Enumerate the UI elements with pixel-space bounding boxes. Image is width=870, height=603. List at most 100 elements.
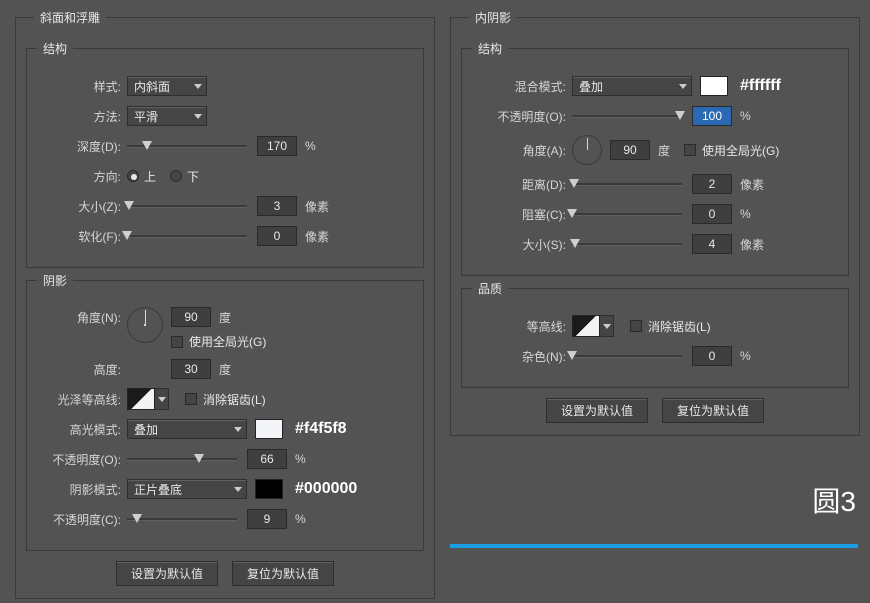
depth-label: 深度(D): — [37, 138, 127, 155]
noise-input[interactable] — [692, 346, 732, 366]
contour-label: 等高线: — [472, 318, 572, 335]
highlight-color-swatch[interactable] — [255, 419, 283, 439]
blend-hex: #ffffff — [740, 77, 781, 95]
shadow-mode-label: 阴影模式: — [37, 481, 127, 498]
global-light-checkbox[interactable]: 使用全局光(G) — [171, 333, 266, 350]
chevron-down-icon — [234, 487, 242, 492]
soften-slider[interactable] — [127, 230, 247, 242]
size-slider[interactable] — [127, 200, 247, 212]
angle-label: 角度(N): — [37, 307, 127, 326]
depth-unit: % — [305, 139, 316, 153]
is-angle-input[interactable] — [610, 140, 650, 160]
altitude-label: 高度: — [37, 361, 127, 378]
bevel-title: 斜面和浮雕 — [34, 9, 106, 26]
is-opacity-slider[interactable] — [572, 110, 682, 122]
inner-shadow-quality: 品质 等高线: 消除锯齿(L) 杂色(N): % — [461, 280, 849, 388]
is-angle-label: 角度(A): — [472, 142, 572, 159]
bevel-set-default-button[interactable]: 设置为默认值 — [116, 561, 218, 586]
is-angle-dial[interactable] — [572, 135, 602, 165]
shadow-color-swatch[interactable] — [255, 479, 283, 499]
inner-shadow-title: 内阴影 — [469, 9, 517, 26]
angle-input[interactable] — [171, 307, 211, 327]
is-opacity-unit: % — [740, 109, 751, 123]
choke-unit: % — [740, 207, 751, 221]
highlight-opacity-input[interactable] — [247, 449, 287, 469]
is-size-unit: 像素 — [740, 236, 764, 253]
blend-mode-label: 混合模式: — [472, 78, 572, 95]
highlight-opacity-unit: % — [295, 452, 306, 466]
soften-label: 软化(F): — [37, 228, 127, 245]
soften-input[interactable] — [257, 226, 297, 246]
is-angle-unit: 度 — [658, 142, 670, 159]
gloss-contour-label: 光泽等高线: — [37, 391, 127, 408]
corner-label: 圆3 — [812, 480, 856, 520]
noise-unit: % — [740, 349, 751, 363]
antialias-checkbox[interactable]: 消除锯齿(L) — [185, 391, 266, 408]
is-size-label: 大小(S): — [472, 236, 572, 253]
shadow-hex: #000000 — [295, 480, 357, 498]
contour-swatch[interactable] — [572, 315, 600, 337]
shadow-opacity-unit: % — [295, 512, 306, 526]
choke-input[interactable] — [692, 204, 732, 224]
bevel-shading-title: 阴影 — [37, 272, 73, 289]
size-label: 大小(Z): — [37, 198, 127, 215]
direction-down-radio[interactable]: 下 — [170, 168, 199, 185]
separator-line — [450, 544, 858, 548]
distance-unit: 像素 — [740, 176, 764, 193]
is-reset-default-button[interactable]: 复位为默认值 — [662, 398, 764, 423]
bevel-structure: 结构 样式: 内斜面 方法: 平滑 深度(D): % — [26, 40, 424, 268]
inner-shadow-structure-title: 结构 — [472, 40, 508, 57]
altitude-input[interactable] — [171, 359, 211, 379]
bevel-structure-title: 结构 — [37, 40, 73, 57]
chevron-down-icon — [158, 397, 166, 402]
method-label: 方法: — [37, 108, 127, 125]
is-size-slider[interactable] — [572, 238, 682, 250]
distance-label: 距离(D): — [472, 176, 572, 193]
shadow-mode-select[interactable]: 正片叠底 — [127, 479, 247, 499]
contour-dropdown[interactable] — [600, 315, 614, 337]
size-input[interactable] — [257, 196, 297, 216]
chevron-down-icon — [603, 324, 611, 329]
is-size-input[interactable] — [692, 234, 732, 254]
noise-slider[interactable] — [572, 350, 682, 362]
soften-unit: 像素 — [305, 228, 329, 245]
shadow-opacity-input[interactable] — [247, 509, 287, 529]
depth-input[interactable] — [257, 136, 297, 156]
shadow-opacity-slider[interactable] — [127, 513, 237, 525]
chevron-down-icon — [194, 84, 202, 89]
gloss-contour-dropdown[interactable] — [155, 388, 169, 410]
angle-dial[interactable] — [127, 307, 163, 343]
distance-slider[interactable] — [572, 178, 682, 190]
inner-shadow-structure: 结构 混合模式: 叠加 #ffffff 不透明度(O): % 角度(A): — [461, 40, 849, 276]
direction-up-radio[interactable]: 上 — [127, 168, 156, 185]
inner-shadow-quality-title: 品质 — [472, 280, 508, 297]
method-select[interactable]: 平滑 — [127, 106, 207, 126]
is-opacity-input[interactable] — [692, 106, 732, 126]
blend-mode-select[interactable]: 叠加 — [572, 76, 692, 96]
choke-label: 阻塞(C): — [472, 206, 572, 223]
highlight-hex: #f4f5f8 — [295, 420, 347, 438]
highlight-opacity-slider[interactable] — [127, 453, 237, 465]
angle-unit: 度 — [219, 309, 231, 326]
noise-label: 杂色(N): — [472, 348, 572, 365]
highlight-mode-label: 高光模式: — [37, 421, 127, 438]
bevel-reset-default-button[interactable]: 复位为默认值 — [232, 561, 334, 586]
inner-shadow-group: 内阴影 结构 混合模式: 叠加 #ffffff 不透明度(O): % — [450, 9, 860, 436]
is-set-default-button[interactable]: 设置为默认值 — [546, 398, 648, 423]
distance-input[interactable] — [692, 174, 732, 194]
blend-color-swatch[interactable] — [700, 76, 728, 96]
style-select[interactable]: 内斜面 — [127, 76, 207, 96]
shadow-opacity-label: 不透明度(C): — [37, 511, 127, 528]
bevel-shading: 阴影 角度(N): 度 使用全局光(G) 高 — [26, 272, 424, 551]
gloss-contour-swatch[interactable] — [127, 388, 155, 410]
altitude-unit: 度 — [219, 361, 231, 378]
depth-slider[interactable] — [127, 140, 247, 152]
is-global-light-checkbox[interactable]: 使用全局光(G) — [684, 142, 779, 159]
bevel-emboss-group: 斜面和浮雕 结构 样式: 内斜面 方法: 平滑 深度(D): — [15, 9, 435, 599]
size-unit: 像素 — [305, 198, 329, 215]
highlight-mode-select[interactable]: 叠加 — [127, 419, 247, 439]
highlight-opacity-label: 不透明度(O): — [37, 451, 127, 468]
is-antialias-checkbox[interactable]: 消除锯齿(L) — [630, 318, 711, 335]
style-label: 样式: — [37, 78, 127, 95]
choke-slider[interactable] — [572, 208, 682, 220]
